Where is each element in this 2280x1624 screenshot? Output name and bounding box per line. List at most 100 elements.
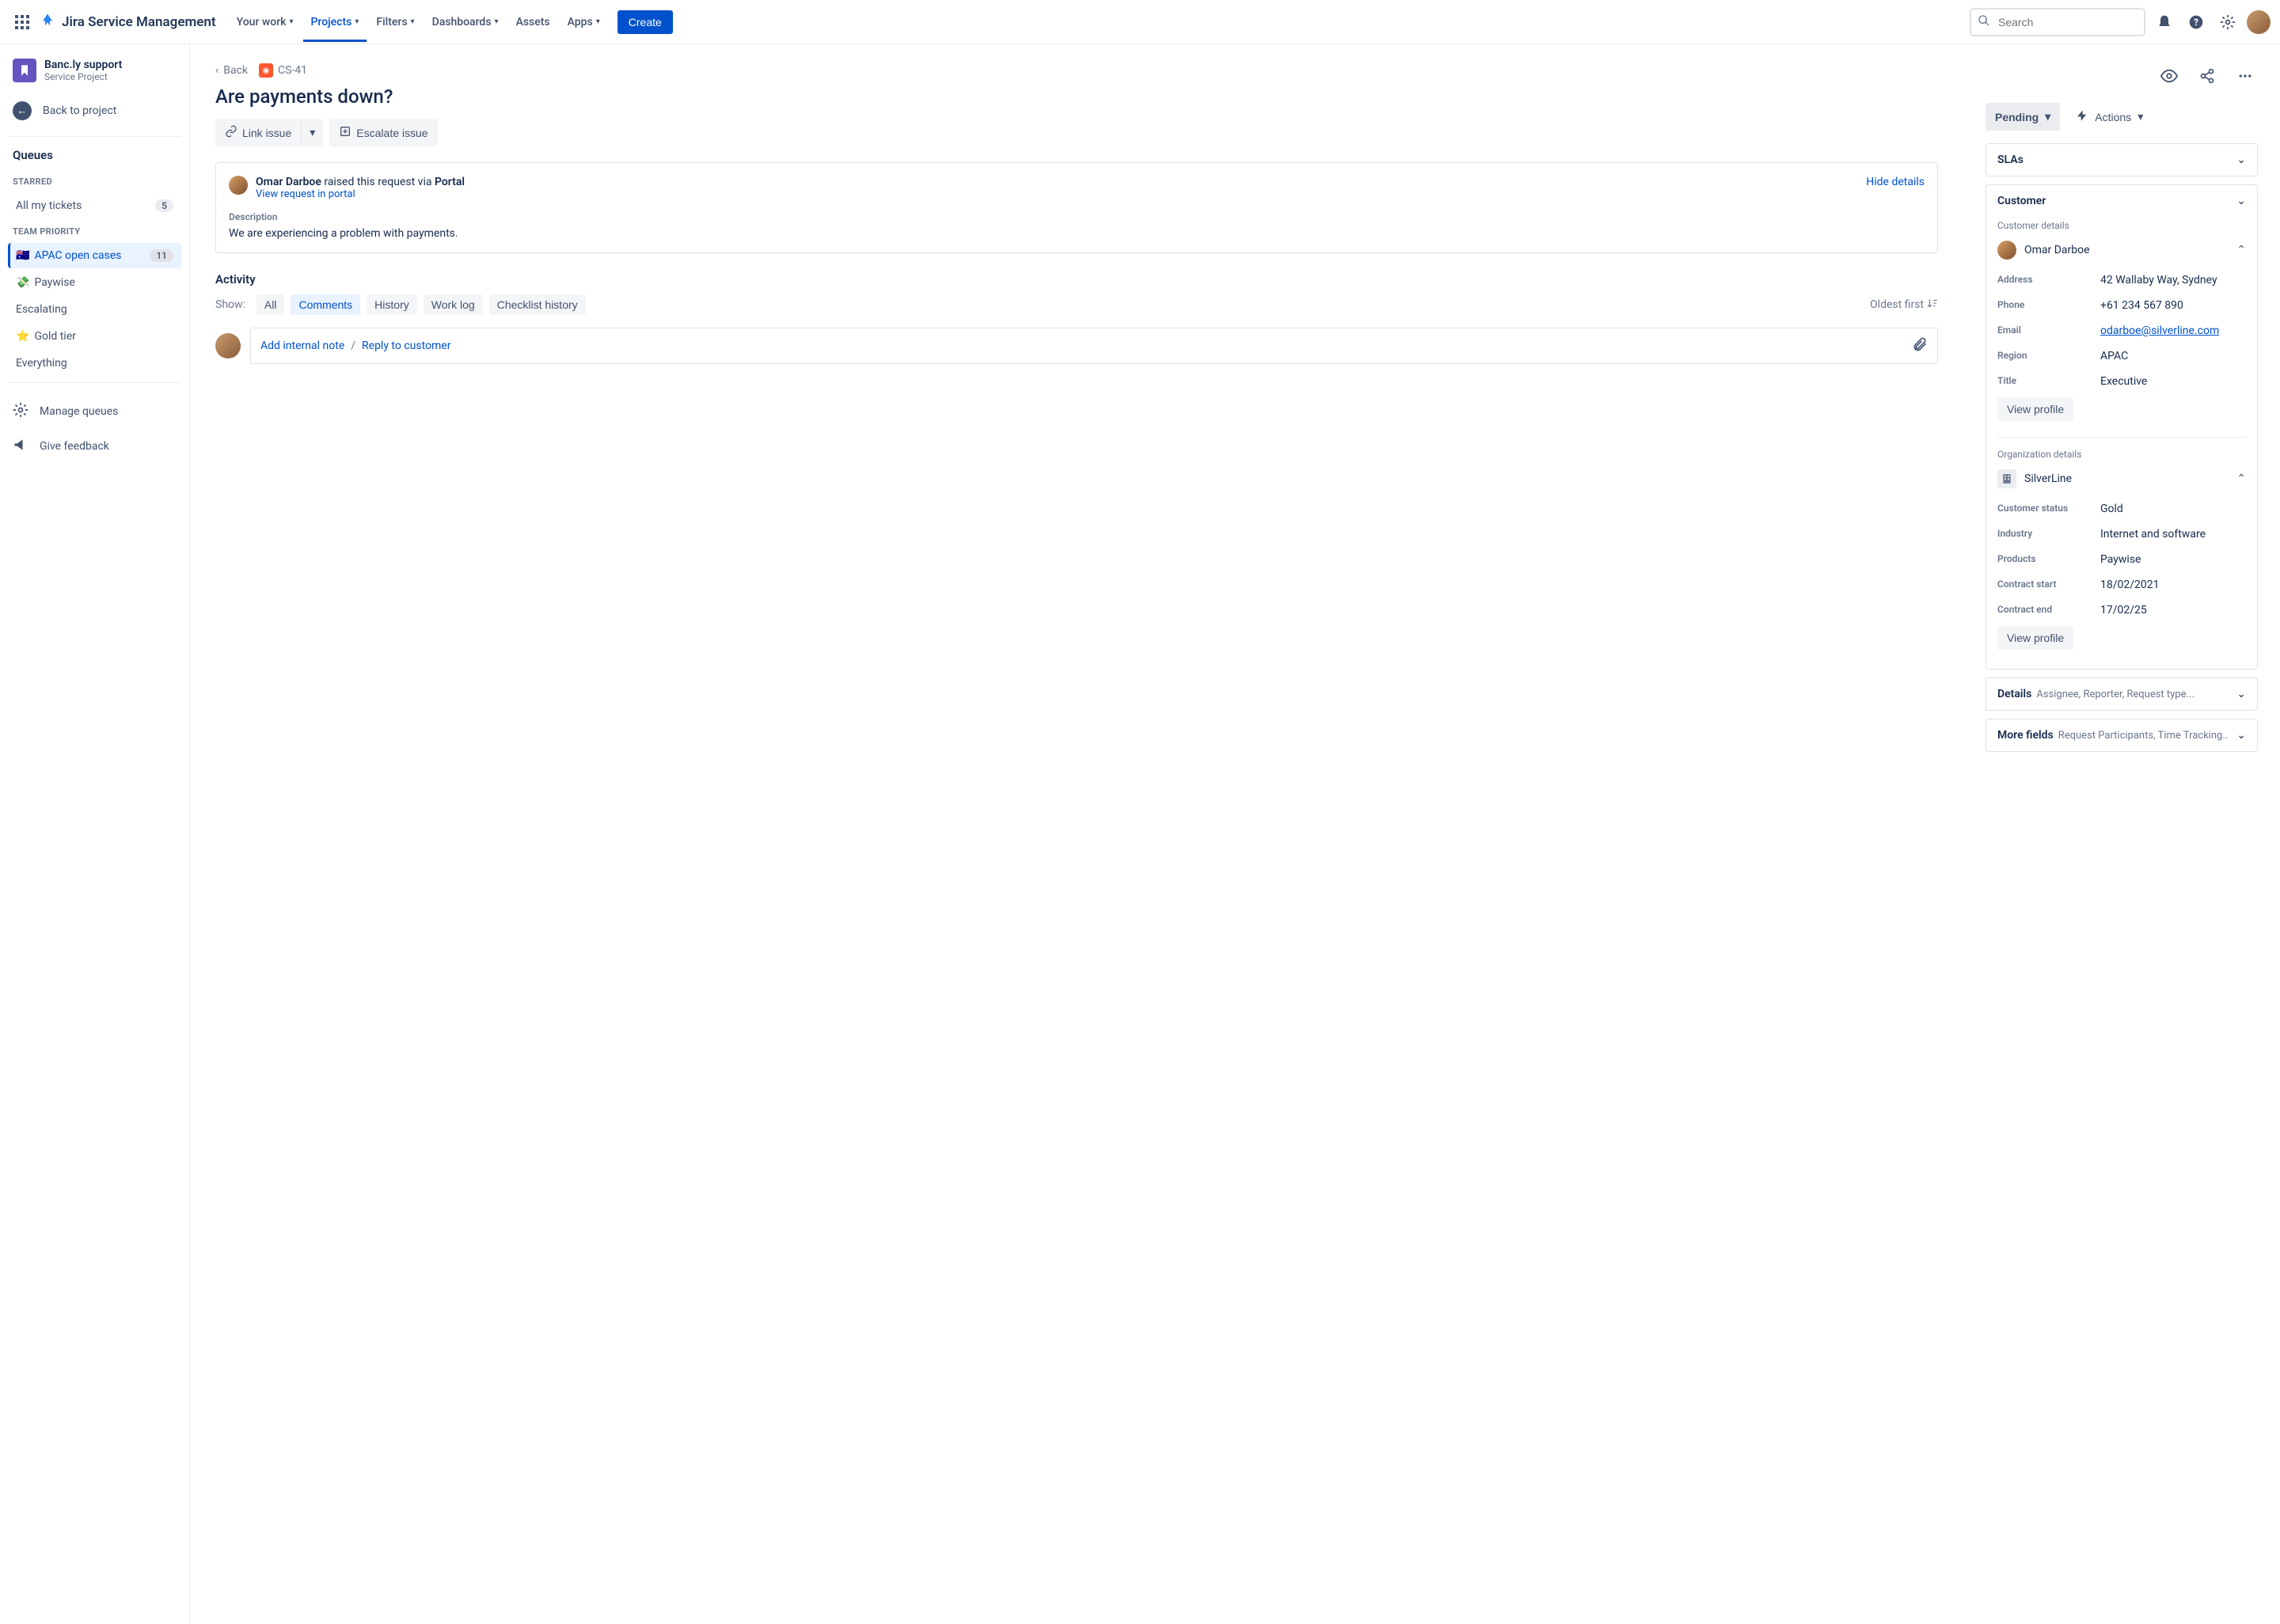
issue-content: ‹ Back ◉ CS-41 Are payments down? Link i…: [190, 44, 1963, 1624]
divider: [8, 382, 181, 383]
user-avatar[interactable]: [2247, 10, 2270, 34]
gear-icon: [13, 402, 28, 421]
chevron-down-icon: ▾: [495, 17, 499, 26]
queue-count: 5: [155, 199, 173, 212]
chevron-up-icon[interactable]: ⌃: [2236, 472, 2246, 485]
view-org-profile-button[interactable]: View profile: [1997, 626, 2073, 650]
lightning-icon: [2076, 109, 2088, 124]
divider: [8, 136, 181, 137]
queue-apac-open-cases[interactable]: 🇦🇺APAC open cases 11: [8, 243, 181, 268]
share-icon[interactable]: [2194, 63, 2220, 89]
field-contract-start: Contract start18/02/2021: [1997, 572, 2246, 598]
issue-details-panel: Pending ▾ Actions ▾ SLAs ⌄ Customer: [1963, 44, 2280, 1624]
queue-all-my-tickets[interactable]: All my tickets 5: [8, 193, 181, 218]
back-to-project[interactable]: ← Back to project: [8, 93, 181, 128]
actions-dropdown[interactable]: Actions ▾: [2068, 103, 2151, 131]
nav-filters[interactable]: Filters▾: [368, 9, 422, 35]
org-details-label: Organization details: [1997, 449, 2246, 460]
settings-icon[interactable]: [2215, 9, 2240, 35]
more-icon[interactable]: [2232, 63, 2258, 89]
manage-queues[interactable]: Manage queues: [8, 394, 181, 429]
watch-icon[interactable]: [2156, 63, 2182, 89]
back-arrow-icon: ←: [13, 101, 32, 120]
activity-title: Activity: [215, 272, 1938, 286]
customer-panel-header[interactable]: Customer ⌄: [1986, 185, 2257, 217]
status-dropdown[interactable]: Pending ▾: [1986, 103, 2060, 131]
link-issue-dropdown[interactable]: ▾: [301, 119, 323, 146]
queue-gold-tier[interactable]: ⭐Gold tier: [8, 324, 181, 349]
tab-worklog[interactable]: Work log: [424, 294, 483, 315]
hide-details-link[interactable]: Hide details: [1866, 176, 1925, 188]
app-switcher-icon[interactable]: [10, 9, 35, 35]
view-in-portal-link[interactable]: View request in portal: [256, 188, 1858, 200]
escalate-button[interactable]: Escalate issue: [329, 119, 437, 146]
customer-person[interactable]: Omar Darboe ⌃: [1997, 237, 2246, 268]
help-icon[interactable]: ?: [2183, 9, 2209, 35]
chevron-down-icon: ▾: [310, 126, 315, 139]
chevron-down-icon: ▾: [2138, 110, 2143, 123]
nav-your-work[interactable]: Your work▾: [229, 9, 302, 35]
project-subtitle: Service Project: [44, 71, 122, 82]
view-profile-button[interactable]: View profile: [1997, 397, 2073, 421]
project-icon: [13, 59, 36, 82]
queue-paywise[interactable]: 💸Paywise: [8, 270, 181, 295]
give-feedback[interactable]: Give feedback: [8, 429, 181, 464]
chevron-down-icon: ⌄: [2236, 688, 2246, 700]
chevron-down-icon: ▾: [289, 17, 293, 26]
tab-checklist[interactable]: Checklist history: [489, 294, 586, 315]
link-issue-button[interactable]: Link issue: [215, 119, 301, 146]
chevron-down-icon: ▾: [355, 17, 359, 26]
chevron-down-icon: ⌄: [2236, 154, 2246, 166]
issue-key[interactable]: ◉ CS-41: [259, 63, 307, 78]
nav-apps[interactable]: Apps▾: [560, 9, 608, 35]
search-input[interactable]: [1970, 8, 2145, 36]
tab-comments[interactable]: Comments: [291, 294, 360, 315]
tab-all[interactable]: All: [256, 294, 285, 315]
comment-field[interactable]: Add internal note / Reply to customer: [250, 328, 1938, 364]
org-row[interactable]: SilverLine ⌃: [1997, 466, 2246, 496]
reply-to-customer[interactable]: Reply to customer: [362, 340, 450, 352]
sort-button[interactable]: Oldest first: [1870, 298, 1938, 312]
top-navigation: Jira Service Management Your work▾ Proje…: [0, 0, 2280, 44]
notifications-icon[interactable]: [2152, 9, 2177, 35]
show-label: Show:: [215, 298, 245, 311]
product-name: Jira Service Management: [62, 14, 216, 30]
slas-panel-header[interactable]: SLAs ⌄: [1986, 144, 2257, 176]
details-panel-header[interactable]: DetailsAssignee, Reporter, Request type.…: [1986, 678, 2257, 710]
email-link[interactable]: odarboe@silverline.com: [2100, 324, 2246, 337]
request-details-box: Omar Darboe raised this request via Port…: [215, 162, 1938, 253]
project-header[interactable]: Banc.ly support Service Project: [8, 59, 181, 82]
field-customer-status: Customer statusGold: [1997, 496, 2246, 522]
nav-assets[interactable]: Assets: [508, 9, 558, 35]
chevron-down-icon: ⌄: [2236, 195, 2246, 207]
queue-everything[interactable]: Everything: [8, 351, 181, 376]
svg-text:?: ?: [2194, 17, 2198, 28]
sidebar: Banc.ly support Service Project ← Back t…: [0, 44, 190, 1624]
more-fields-panel-header[interactable]: More fieldsRequest Participants, Time Tr…: [1986, 719, 2257, 751]
add-internal-note[interactable]: Add internal note: [260, 340, 344, 352]
nav-dashboards[interactable]: Dashboards▾: [424, 9, 507, 35]
search-icon: [1978, 14, 1990, 30]
issue-type-icon: ◉: [259, 63, 273, 78]
team-priority-label: Team Priority: [8, 220, 181, 243]
chevron-up-icon[interactable]: ⌃: [2236, 244, 2246, 256]
field-title: TitleExecutive: [1997, 369, 2246, 394]
queue-escalating[interactable]: Escalating: [8, 297, 181, 322]
field-contract-end: Contract end17/02/25: [1997, 598, 2246, 623]
back-link[interactable]: ‹ Back: [215, 64, 248, 77]
chevron-down-icon: ⌄: [2236, 729, 2246, 742]
chevron-down-icon: ▾: [411, 17, 415, 26]
attachment-icon[interactable]: [1912, 336, 1928, 355]
customer-avatar: [1997, 241, 2016, 260]
create-button[interactable]: Create: [618, 10, 673, 34]
field-products: ProductsPaywise: [1997, 547, 2246, 572]
issue-title[interactable]: Are payments down?: [215, 85, 1938, 108]
chevron-down-icon: ▾: [2045, 110, 2050, 123]
tab-history[interactable]: History: [367, 294, 417, 315]
description-text: We are experiencing a problem with payme…: [229, 227, 1925, 240]
escalate-icon: [339, 125, 352, 140]
nav-projects[interactable]: Projects▾: [303, 2, 367, 42]
product-logo[interactable]: Jira Service Management: [38, 13, 216, 32]
request-text: Omar Darboe raised this request via Port…: [256, 176, 1858, 188]
field-region: RegionAPAC: [1997, 343, 2246, 369]
